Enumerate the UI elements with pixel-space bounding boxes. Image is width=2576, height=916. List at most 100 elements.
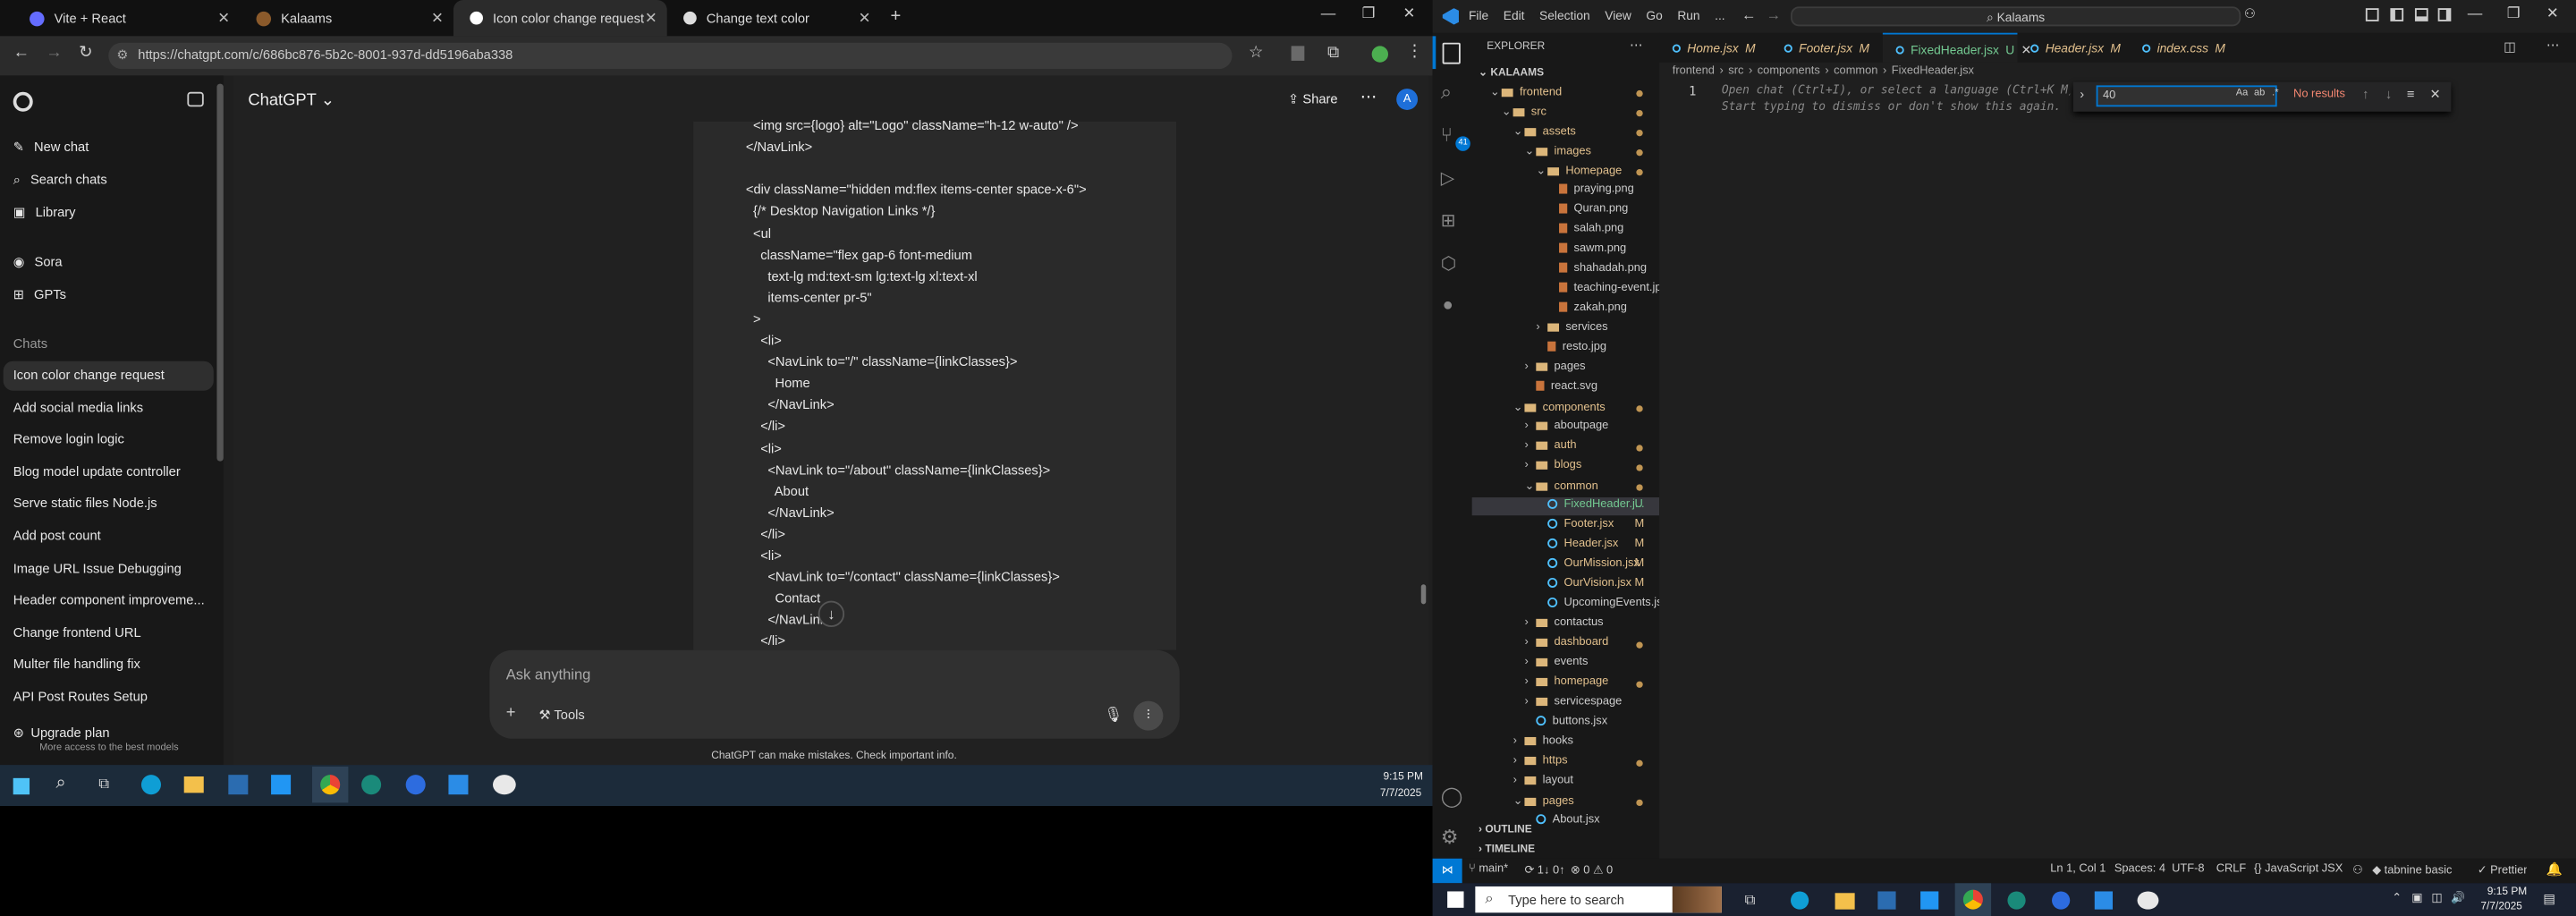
site-info-icon[interactable]: ⚙ [116,43,128,69]
maximize-icon[interactable]: ❐ [1362,5,1376,23]
branch-indicator[interactable]: ⑂ main* [1469,863,1508,875]
close-icon[interactable]: ✕ [431,9,444,27]
more-actions-icon[interactable]: ⋯ [1630,38,1643,53]
chat-list-item[interactable]: Add post count [13,529,210,544]
close-window-icon[interactable]: ✕ [1403,5,1416,23]
file-explorer-icon[interactable] [183,776,204,793]
toggle-replace-icon[interactable]: › [2080,87,2084,102]
search-icon[interactable]: ⌕ [55,773,65,794]
remote-indicator-icon[interactable]: ⋈ [1432,858,1462,884]
tree-item[interactable]: › https [1513,755,1643,767]
menu-item[interactable]: Edit [1504,8,1525,23]
tree-item[interactable]: Quran.png [1547,204,1628,215]
indentation[interactable]: Spaces: 4 [2114,863,2165,875]
settings-gear-icon[interactable]: ⚙ [1441,826,1459,849]
sidebar-scrollbar[interactable] [216,83,224,462]
chat-list-item[interactable]: Serve static files Node.js [13,496,210,512]
zoom-icon[interactable] [2052,891,2071,910]
command-center[interactable]: ⌕ Kalaams [1791,6,2241,27]
scroll-down-arrow-icon[interactable]: ↓ [818,600,845,628]
vscode-icon[interactable] [2094,891,2113,910]
ask-input[interactable]: Ask anything [506,666,591,683]
tree-item[interactable]: ⌄ components [1513,401,1643,413]
minimize-icon[interactable]: — [1321,5,1336,21]
search-chats-button[interactable]: ⌕ Search chats [13,173,107,189]
tree-item[interactable]: zakah.png [1547,302,1627,314]
more-options-icon[interactable]: ⋯ [1360,89,1377,106]
menu-item[interactable]: Run [1677,8,1699,23]
user-avatar[interactable]: A [1396,89,1419,110]
nav-back-icon[interactable]: ← [1741,6,1757,22]
windows-start-icon[interactable] [13,777,30,795]
editor-tab[interactable]: Footer.jsx M [1771,33,1883,63]
tree-item[interactable]: ⌄ images [1524,144,1643,157]
model-selector[interactable]: ChatGPT ⌄ [248,92,335,110]
tree-item[interactable]: praying.png [1547,184,1634,195]
bookmark-star-icon[interactable]: ☆ [1249,45,1263,63]
tree-item[interactable]: › dashboard [1524,637,1643,649]
tree-item[interactable]: ⌄ Homepage [1536,165,1643,177]
toggle-panel-icon[interactable] [2414,8,2428,21]
edge-icon[interactable] [1791,891,1809,910]
sync-indicator[interactable]: ⟳ 1↓ 0↑ [1524,863,1564,877]
tabnine-status[interactable]: ◆ tabnine basic [2372,863,2452,877]
account-icon[interactable]: ◯ [1441,785,1463,808]
minimize-icon[interactable]: — [2468,5,2483,21]
match-case-icon[interactable]: Aa [2236,89,2248,98]
windows-start-icon[interactable] [1447,891,1464,908]
chrome-tab-kalaams[interactable]: Kalaams ✕ [240,0,453,36]
chrome-tab-change-text[interactable]: Change text color ✕ [667,0,881,36]
chrome-tab-vite[interactable]: Vite + React ✕ [13,0,240,36]
breadcrumb-item[interactable]: common [1834,65,1877,77]
tree-item[interactable]: › contactus [1524,617,1603,629]
close-window-icon[interactable]: ✕ [2546,5,2559,23]
chat-list-item[interactable]: Blog model update controller [13,464,210,479]
restore-icon[interactable]: ❐ [2507,5,2521,23]
close-find-icon[interactable]: ✕ [2429,87,2440,102]
volume-icon[interactable]: 🔊 [2451,891,2465,904]
chat-list-item[interactable]: Change frontend URL [13,625,210,640]
add-attachment-icon[interactable]: + [506,704,516,722]
next-match-icon[interactable]: ↓ [2385,87,2392,102]
profile-avatar-icon[interactable] [1371,46,1389,63]
menu-item[interactable]: Selection [1539,8,1590,23]
chat-list-item[interactable]: Icon color change request [13,368,210,383]
openai-logo-icon[interactable] [13,91,33,112]
source-control-icon[interactable]: ⑂ [1441,123,1453,147]
tree-item[interactable]: shahadah.png [1547,263,1647,274]
tree-item[interactable]: resto.jpg [1536,342,1606,353]
tree-item[interactable]: › servicespage [1524,696,1622,708]
app-icon[interactable] [361,775,382,795]
toggle-secondary-sidebar-icon[interactable] [2437,8,2452,21]
breadcrumb-item[interactable]: src [1728,65,1743,77]
editor-tab[interactable]: Header.jsx M [2017,33,2129,63]
tree-item[interactable]: salah.png [1547,224,1623,234]
tree-item[interactable]: › auth [1524,440,1643,452]
previous-match-icon[interactable]: ↑ [2362,87,2368,102]
menu-item[interactable]: ... [1715,8,1725,23]
tree-item[interactable]: ⌄ assets [1513,124,1643,138]
task-view-icon[interactable]: ⧉ [98,775,109,793]
chat-list-item[interactable]: Image URL Issue Debugging [13,561,210,576]
library-button[interactable]: ▣ Library [13,205,76,220]
app-icon[interactable] [493,775,516,795]
breadcrumb-item[interactable]: frontend [1673,65,1715,77]
chat-list-item[interactable]: API Post Routes Setup [13,690,210,705]
mail-icon[interactable] [1920,891,1939,910]
chat-list-item[interactable]: Header component improveme... [13,593,210,608]
network-icon[interactable]: ◫ [2431,891,2442,904]
tree-item[interactable]: react.svg [1524,381,1597,393]
language-mode[interactable]: {} JavaScript JSX [2254,863,2343,875]
close-icon[interactable]: ✕ [645,9,657,27]
forward-arrow-icon[interactable]: → [46,45,62,63]
tree-item[interactable]: › aboutpage [1524,420,1608,432]
chrome-taskbar-slot[interactable] [1954,883,1992,916]
timeline-section[interactable]: › TIMELINE [1479,844,1535,855]
line-endings[interactable]: CRLF [2216,863,2247,875]
back-arrow-icon[interactable]: ← [13,45,30,63]
store-icon[interactable] [228,775,249,795]
url-bar[interactable]: ⚙ https://chatgpt.com/c/686bc876-5b2c-800… [108,42,1233,70]
regex-icon[interactable]: .* [2272,89,2278,98]
sidebar-toggle-icon[interactable] [187,91,204,107]
problems-indicator[interactable]: ⊗ 0 ⚠ 0 [1571,863,1613,877]
